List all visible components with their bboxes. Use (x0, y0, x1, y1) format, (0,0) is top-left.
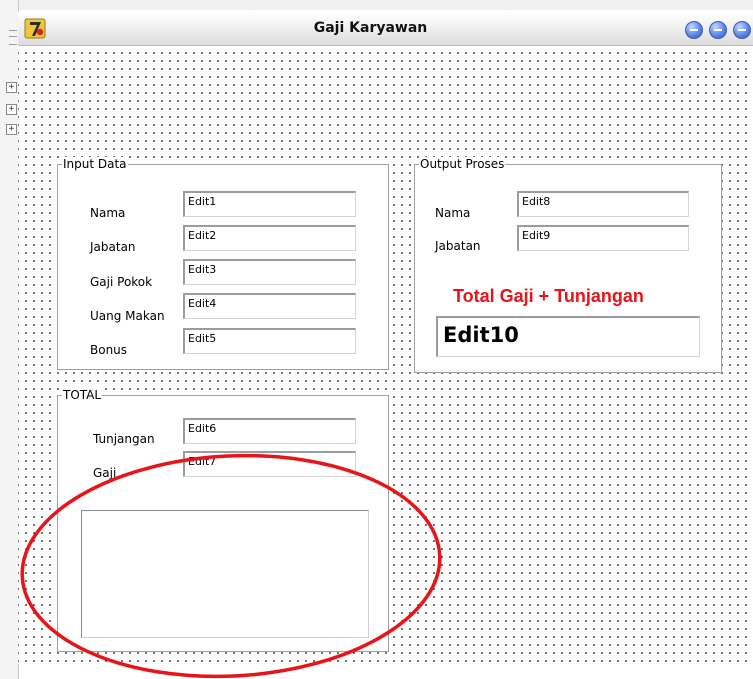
edit9-input[interactable]: Edit9 (517, 225, 689, 251)
tree-expand-icon[interactable]: + (6, 124, 17, 135)
gaji-label: Gaji (93, 466, 117, 480)
tree-line (9, 44, 17, 45)
edit8-input[interactable]: Edit8 (517, 191, 689, 217)
edit1-input[interactable]: Edit1 (183, 191, 356, 217)
input-data-group: Input Data Nama Edit1 Jabatan Edit2 Gaji… (57, 157, 389, 370)
ide-header-peek (18, 0, 753, 10)
edit6-input[interactable]: Edit6 (183, 418, 356, 444)
uang-makan-label: Uang Makan (90, 309, 165, 323)
total-group: TOTAL Tunjangan Edit6 Gaji Edit7 (57, 388, 389, 652)
minimize-icon[interactable] (685, 21, 703, 39)
output-jabatan-label: Jabatan (435, 239, 481, 253)
form-window: Gaji Karyawan Input Data Nama Edit1 Jaba… (18, 12, 753, 664)
ide-structure-strip: + + + (0, 0, 19, 679)
gaji-pokok-label: Gaji Pokok (90, 275, 153, 289)
title-bar[interactable]: Gaji Karyawan (18, 12, 753, 46)
output-proses-group: Output Proses Nama Edit8 Jabatan Edit9 T… (414, 157, 722, 373)
tree-line (9, 30, 17, 31)
tree-line (9, 36, 17, 37)
total-caption: TOTAL (62, 388, 103, 402)
edit2-input[interactable]: Edit2 (183, 225, 356, 251)
tunjangan-label: Tunjangan (93, 432, 155, 446)
edit10-input[interactable]: Edit10 (436, 316, 700, 357)
jabatan-label: Jabatan (90, 240, 136, 254)
nama-label: Nama (90, 206, 126, 220)
edit3-input[interactable]: Edit3 (183, 259, 356, 285)
bonus-label: Bonus (90, 343, 128, 357)
window-title: Gaji Karyawan (313, 20, 428, 36)
close-icon[interactable] (733, 21, 751, 39)
output-proses-caption: Output Proses (419, 157, 506, 171)
edit5-input[interactable]: Edit5 (183, 328, 356, 354)
tree-expand-icon[interactable]: + (6, 82, 17, 93)
input-data-caption: Input Data (62, 157, 128, 171)
output-nama-label: Nama (435, 206, 471, 220)
total-gaji-tunjangan-label: Total Gaji + Tunjangan (453, 286, 644, 306)
form-client-area: Input Data Nama Edit1 Jabatan Edit2 Gaji… (18, 46, 753, 664)
tree-expand-icon[interactable]: + (6, 104, 17, 115)
edit4-input[interactable]: Edit4 (183, 293, 356, 319)
memo-output[interactable] (81, 510, 369, 638)
edit7-input[interactable]: Edit7 (183, 451, 356, 477)
maximize-icon[interactable] (709, 21, 727, 39)
